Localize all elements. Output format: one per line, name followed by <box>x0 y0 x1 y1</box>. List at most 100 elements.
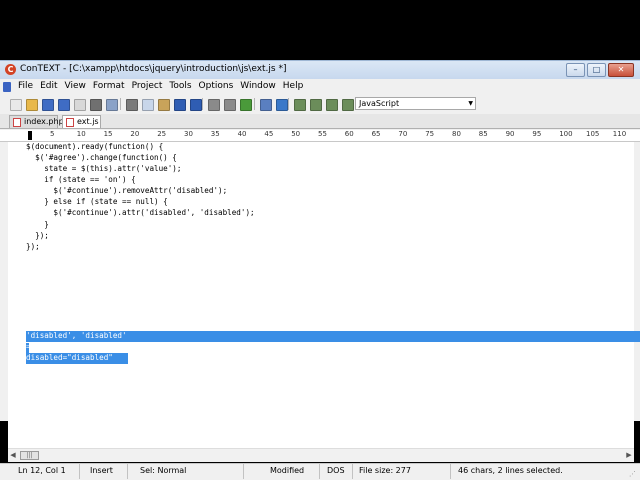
toolbar <box>0 95 640 113</box>
menu-tools[interactable]: Tools <box>165 81 194 91</box>
undo-button[interactable] <box>172 97 186 111</box>
paste-button[interactable] <box>156 97 170 111</box>
ruler-mark: 45 <box>264 130 274 138</box>
scroll-right-icon[interactable]: ▶ <box>624 450 634 461</box>
open-button[interactable] <box>24 97 38 111</box>
ruler-mark: 35 <box>210 130 220 138</box>
scroll-left-icon[interactable]: ◀ <box>8 450 18 461</box>
status-file-size: File size: 277 <box>355 464 451 479</box>
execute-f11-icon <box>326 99 338 111</box>
menu-view[interactable]: View <box>61 81 89 91</box>
tab-label: index.php <box>24 117 64 126</box>
code-line: 'disabled', 'disabled' <box>26 331 127 340</box>
tab-ext-js[interactable]: ext.js * <box>62 115 101 138</box>
paste-icon <box>158 99 170 111</box>
code-line: $('#agree').change(function() { <box>26 153 177 162</box>
code-line: } <box>26 220 49 229</box>
ruler-mark: 100 <box>559 130 573 138</box>
save-button[interactable] <box>40 97 54 111</box>
toolbar-separator <box>254 98 255 110</box>
tools-button[interactable] <box>274 97 288 111</box>
code-editor[interactable]: $(document).ready(function() { $('#agree… <box>8 142 640 448</box>
menu-help[interactable]: Help <box>279 81 307 91</box>
ruler-mark: 85 <box>478 130 488 138</box>
execute-f9-button[interactable] <box>292 97 306 111</box>
find-next-button[interactable] <box>222 97 236 111</box>
tab-index-php[interactable]: index.php <box>9 115 64 128</box>
save-icon <box>42 99 54 111</box>
code-line: state = $(this).attr('value'); <box>26 164 182 173</box>
ruler-mark: 50 <box>291 130 301 138</box>
maximize-button[interactable]: □ <box>587 63 606 77</box>
title-bar[interactable]: C ConTEXT - [C:\xampp\htdocs\jquery\intr… <box>0 61 640 79</box>
close-file-icon <box>74 99 86 111</box>
file-tabs: index.php ext.js * <box>0 114 640 138</box>
menu-edit[interactable]: Edit <box>36 81 60 91</box>
minimize-button[interactable]: – <box>566 63 585 77</box>
code-line: $('#continue').attr('disabled', 'disable… <box>26 208 255 217</box>
print-preview-icon <box>106 99 118 111</box>
tools-icon <box>276 99 288 111</box>
code-line: $(document).ready(function() { <box>26 142 164 151</box>
print-preview-button[interactable] <box>104 97 118 111</box>
print-button[interactable] <box>88 97 102 111</box>
word-wrap-icon <box>260 99 272 111</box>
cut-icon <box>126 99 138 111</box>
menu-format[interactable]: Format <box>89 81 128 91</box>
find-next-icon <box>224 99 236 111</box>
execute-f9-icon <box>294 99 306 111</box>
ruler-mark: 95 <box>532 130 542 138</box>
save-all-button[interactable] <box>56 97 70 111</box>
code-line: $('#continue').removeAttr('disabled'); <box>26 186 228 195</box>
menu-bar: File Edit View Format Project Tools Options Win… <box>0 79 640 95</box>
open-icon <box>26 99 38 111</box>
ruler-mark: 10 <box>76 130 86 138</box>
menu-window[interactable]: Window <box>236 81 279 91</box>
status-selection-info: 46 chars, 2 lines selected. <box>458 466 563 475</box>
ruler-mark: 20 <box>130 130 140 138</box>
ruler-mark: 80 <box>452 130 461 138</box>
code-line: = <box>26 342 31 351</box>
file-icon <box>66 118 74 127</box>
word-wrap-button[interactable] <box>258 97 272 111</box>
undo-icon <box>174 99 186 111</box>
menu-file[interactable]: File <box>14 81 36 91</box>
new-button[interactable] <box>8 97 22 111</box>
document-icon <box>3 82 11 92</box>
menu-project[interactable]: Project <box>128 81 166 91</box>
scrollbar-thumb[interactable]: ||| <box>20 451 39 460</box>
chevron-down-icon: ▼ <box>468 100 473 107</box>
copy-button[interactable] <box>140 97 154 111</box>
ruler-mark: 15 <box>103 130 113 138</box>
execute-f11-button[interactable] <box>324 97 338 111</box>
print-icon <box>90 99 102 111</box>
find-icon <box>208 99 220 111</box>
ruler-mark: 105 <box>586 130 600 138</box>
ruler-mark: 90 <box>505 130 515 138</box>
close-button[interactable]: ✕ <box>608 63 634 77</box>
language-select-value: JavaScript <box>359 99 400 108</box>
resize-grip-icon[interactable]: ⋰ <box>629 470 637 478</box>
horizontal-scrollbar[interactable]: ◀ ||| ▶ <box>8 448 634 462</box>
menu-options[interactable]: Options <box>195 81 237 91</box>
ruler-mark: 60 <box>344 130 354 138</box>
execute-f10-button[interactable] <box>308 97 322 111</box>
ruler-mark: 65 <box>371 130 381 138</box>
status-insert-mode: Insert <box>86 464 128 479</box>
close-file-button[interactable] <box>72 97 86 111</box>
window-title: ConTEXT - [C:\xampp\htdocs\jquery\introd… <box>20 64 287 74</box>
replace-button[interactable] <box>238 97 252 111</box>
file-icon <box>13 118 21 127</box>
code-line: disabled="disabled" <box>26 353 113 362</box>
ruler-mark: 5 <box>50 130 55 138</box>
execute-f12-button[interactable] <box>340 97 354 111</box>
status-line-format: DOS <box>323 464 353 479</box>
language-select[interactable]: JavaScript ▼ <box>355 97 476 110</box>
ruler-mark: 25 <box>157 130 167 138</box>
status-bar: Ln 12, Col 1 Insert Sel: Normal Modified… <box>0 463 640 480</box>
cut-button[interactable] <box>124 97 138 111</box>
redo-button[interactable] <box>188 97 202 111</box>
save-all-icon <box>58 99 70 111</box>
ruler-mark: 30 <box>184 130 193 138</box>
find-button[interactable] <box>206 97 220 111</box>
